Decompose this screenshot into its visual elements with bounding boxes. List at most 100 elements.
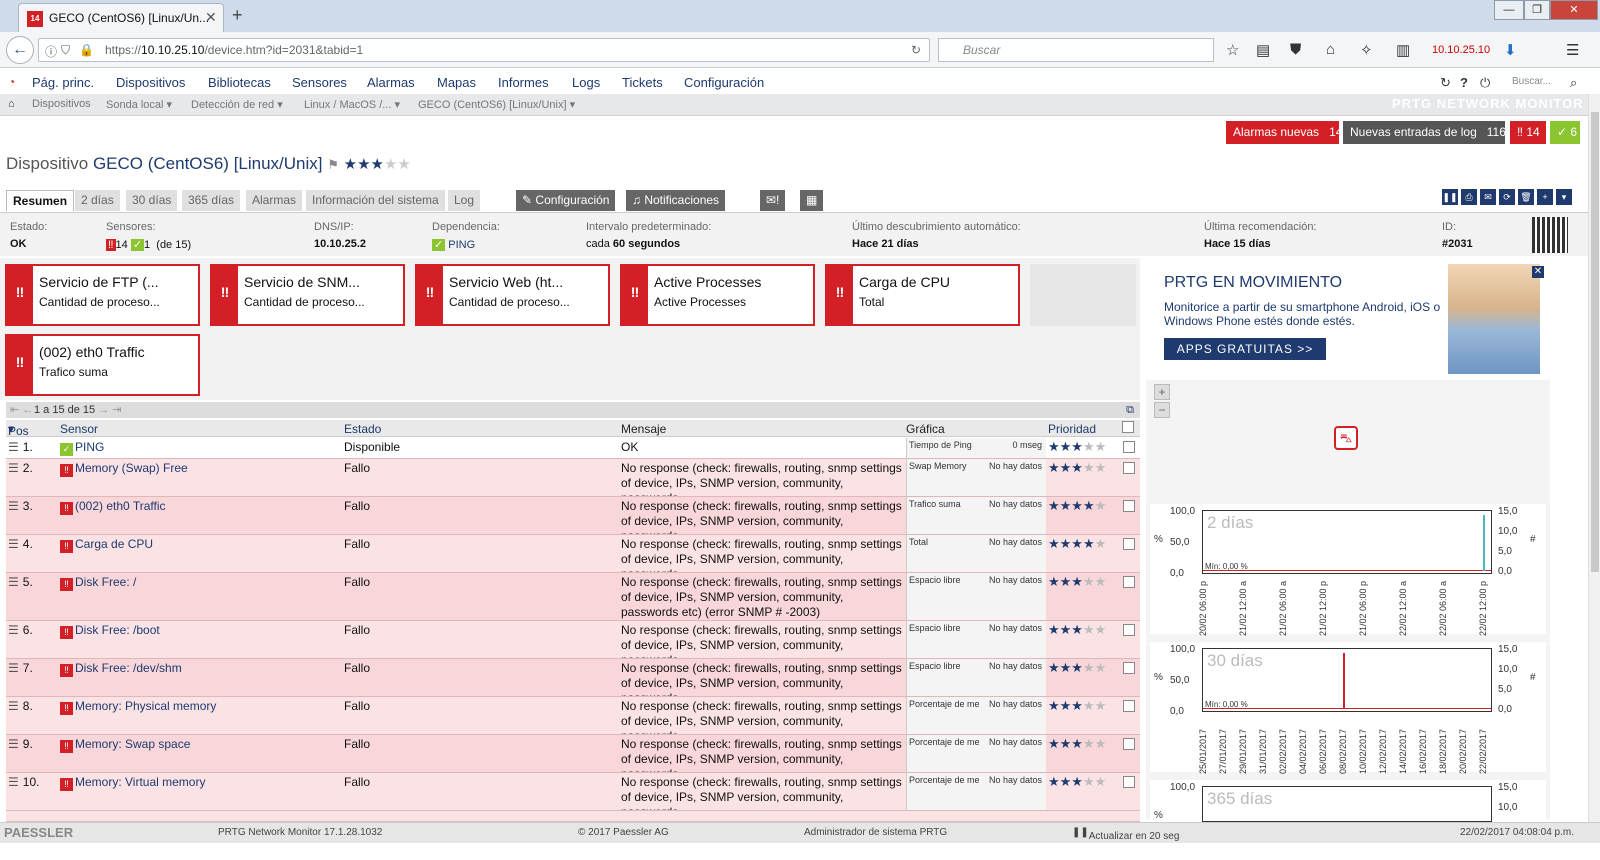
history-chart[interactable]: 365 días 100,0% 15,0 10,0 [1150,780,1546,822]
sensor-link[interactable]: ‼ Carga de CPU [60,537,153,553]
sensor-tile[interactable]: ‼ Active Processes Active Processes [620,264,815,326]
tab-2-days[interactable]: 2 días [75,190,120,211]
sensor-tile[interactable]: ‼ Carga de CPU Total [825,264,1020,326]
row-position[interactable]: ☰ 3. [8,499,33,513]
drag-handle-icon[interactable]: ☰ [8,461,19,475]
ip-menu[interactable]: 10.10.25.10 [1432,44,1490,56]
mini-graph[interactable]: Porcentaje de me No hay datos [906,735,1046,772]
menu-logs[interactable]: Logs [572,75,600,90]
table-row[interactable]: ☰ 10. ‼ Memory: Virtual memory Fallo No respo… [6,773,1140,811]
col-pos[interactable]: Pos ▾ [8,422,29,438]
priority-stars[interactable]: ★★★★★ [1048,736,1106,752]
menu-devices[interactable]: Dispositivos [116,75,185,90]
tab-system-info[interactable]: Información del sistema [306,190,445,211]
col-sensor[interactable]: Sensor [60,422,98,436]
new-log-badge[interactable]: Nuevas entradas de log 116 [1343,121,1506,144]
comment-button[interactable]: ✉! [760,190,786,211]
sensor-tile[interactable]: ‼ Servicio de SNM... Cantidad de proceso..… [210,264,405,326]
home-crumb-icon[interactable]: ⌂ [8,98,15,110]
crumb-device[interactable]: GECO (CentOS6) [Linux/Unix] ▾ [418,98,575,111]
tab-365-days[interactable]: 365 días [182,190,241,211]
mini-graph[interactable]: Total No hay datos [906,535,1046,572]
drag-handle-icon[interactable]: ☰ [8,537,19,551]
table-row[interactable]: ☰ 1. ✓ PING Disponible OK Tiempo de Ping 0 mseg… [6,438,1140,459]
mail-icon[interactable]: ✉ [1480,189,1496,205]
down-count-badge[interactable]: ‼ 14 [1510,121,1546,144]
drag-handle-icon[interactable]: ☰ [8,737,19,751]
minimize-icon[interactable]: — [1494,0,1524,20]
row-checkbox[interactable] [1123,700,1135,712]
notifications-button[interactable]: ♫ Notificaciones [626,190,726,211]
sensor-link[interactable]: ‼ Memory: Physical memory [60,699,216,715]
history-button[interactable]: ▦ [800,190,824,211]
priority-stars[interactable]: ★★★★★ [1048,698,1106,714]
mini-graph[interactable]: Porcentaje de me No hay datos [906,697,1046,734]
back-arrow-icon[interactable]: ← [6,36,34,64]
crumb-group[interactable]: Linux / MacOS /... ▾ [304,98,400,111]
priority-stars[interactable]: ★★★★★ [1048,622,1106,638]
mini-graph[interactable]: Espacio libre No hay datos [906,659,1046,696]
qr-code-icon[interactable] [1532,217,1568,253]
priority-stars[interactable]: ★★★★★ [1048,536,1106,552]
pocket-icon[interactable]: ⛊ [1290,41,1301,58]
table-row[interactable]: ☰ 4. ‼ Carga de CPU Fallo No response (check:… [6,535,1140,573]
sensor-tile[interactable]: ‼ Servicio de FTP (... Cantidad de proceso… [5,264,200,326]
sensor-link[interactable]: ‼ Disk Free: /boot [60,623,160,639]
row-checkbox[interactable] [1123,441,1135,453]
clipboard-icon[interactable]: ▥ [1396,41,1410,59]
priority-stars[interactable]: ★★★★★ [344,156,411,173]
reading-list-icon[interactable]: ▤ [1256,41,1270,59]
sensor-link[interactable]: ‼ Disk Free: / [60,575,136,591]
drag-handle-icon[interactable]: ☰ [8,775,19,789]
row-position[interactable]: ☰ 6. [8,623,33,637]
table-row[interactable]: ☰ 3. ‼ (002) eth0 Traffic Fallo No response (… [6,497,1140,535]
mini-graph[interactable]: Trafico suma No hay datos [906,497,1046,534]
table-row[interactable]: ☰ 8. ‼ Memory: Physical memory Fallo No respo… [6,697,1140,735]
pause-icon[interactable]: ❚❚ [1442,189,1458,205]
scan-icon[interactable]: ⟳ [1499,189,1515,205]
crumb-discovery[interactable]: Detección de red ▾ [191,98,283,111]
new-alarms-badge[interactable]: Alarmas nuevas 14 [1226,121,1342,144]
drag-handle-icon[interactable]: ☰ [8,575,19,589]
row-checkbox[interactable] [1123,624,1135,636]
close-promo-icon[interactable]: ✕ [1532,266,1544,278]
drag-handle-icon[interactable]: ☰ [8,699,19,713]
sensor-link[interactable]: ‼ Disk Free: /dev/shm [60,661,182,677]
mini-graph[interactable]: Porcentaje de me No hay datos [906,773,1046,810]
zoom-in-icon[interactable]: + [1154,384,1170,400]
history-chart[interactable]: 30 días Mín: 0,00 % 100,0 50,0 0,0% 15,0 10,0 5… [1150,642,1546,774]
extension-icon[interactable]: ✧ [1360,41,1373,59]
delete-icon[interactable]: 🗑 [1518,189,1534,205]
menu-sensors[interactable]: Sensores [292,75,347,90]
drag-handle-icon[interactable]: ☰ [8,440,19,454]
browser-tab[interactable]: 14 GECO (CentOS6) [Linux/Un... ✕ [18,3,224,32]
crumb-devices[interactable]: Dispositivos [32,98,91,110]
map-marker-icon[interactable]: ⛍ [1334,426,1358,450]
maximize-icon[interactable]: ❐ [1524,0,1550,20]
row-position[interactable]: ☰ 9. [8,737,33,751]
table-row[interactable] [6,811,1140,822]
search-icon[interactable]: ⌕ [1570,75,1577,91]
user-text[interactable]: Administrador de sistema PRTG [804,827,947,838]
mini-graph[interactable]: Espacio libre No hay datos [906,621,1046,658]
sensor-tile[interactable]: ‼ Servicio Web (ht... Cantidad de proceso.… [415,264,610,326]
row-checkbox[interactable] [1123,462,1135,474]
sensor-link[interactable]: ‼ (002) eth0 Traffic [60,499,166,515]
priority-stars[interactable]: ★★★★★ [1048,574,1106,590]
url-bar[interactable]: ⓘ ⛉ 🔒 https://10.10.25.10/device.htm?id=… [38,38,930,62]
mini-graph[interactable]: Swap Memory No hay datos [906,459,1046,496]
sensor-link[interactable]: ✓ PING [60,440,104,456]
bookmark-star-icon[interactable]: ☆ [1226,41,1239,59]
zoom-out-icon[interactable]: − [1154,402,1170,418]
row-position[interactable]: ☰ 2. [8,461,33,475]
sensor-link[interactable]: ‼ Memory: Swap space [60,737,190,753]
add-icon[interactable]: + [1537,189,1553,205]
table-row[interactable]: ☰ 7. ‼ Disk Free: /dev/shm Fallo No response … [6,659,1140,697]
hamburger-menu-icon[interactable]: ☰ [1566,41,1579,59]
row-checkbox[interactable] [1123,576,1135,588]
reload-icon[interactable]: ↻ [911,43,921,57]
row-position[interactable]: ☰ 4. [8,537,33,551]
menu-libraries[interactable]: Bibliotecas [208,75,271,90]
expand-icon[interactable]: ⧉ [1126,402,1134,418]
row-checkbox[interactable] [1123,738,1135,750]
